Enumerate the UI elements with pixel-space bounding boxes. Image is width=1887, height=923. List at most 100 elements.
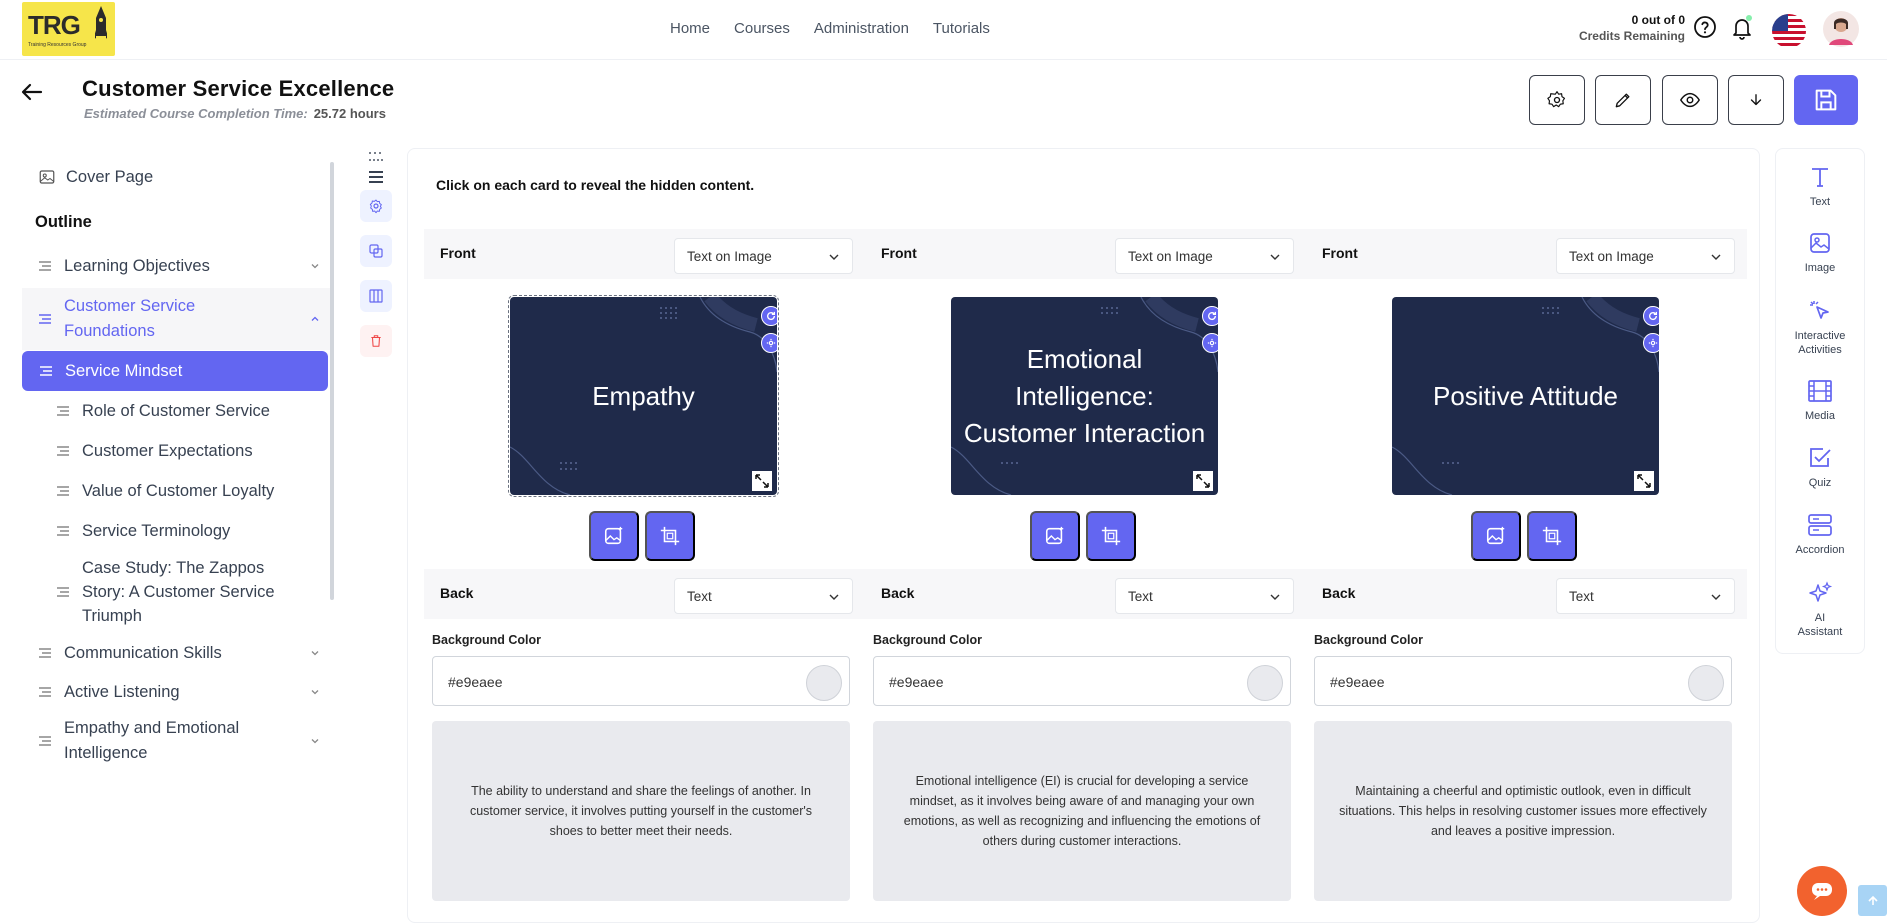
card-settings-icon[interactable]: [1202, 333, 1218, 353]
front-label: Front: [440, 245, 476, 261]
chevron-down-icon[interactable]: [310, 736, 320, 746]
flip-card: Front Text on Image Emotional Intelligen…: [865, 229, 1306, 919]
crop-image-button[interactable]: [1527, 511, 1577, 561]
sidebar-item-label: Service Terminology: [82, 521, 231, 540]
sidebar-item-role-of-customer-service[interactable]: Role of Customer Service: [22, 391, 332, 431]
front-mode-select[interactable]: Text on Image: [674, 238, 853, 274]
color-swatch[interactable]: [806, 665, 842, 701]
edit-button[interactable]: [1595, 75, 1651, 125]
card-settings-icon[interactable]: [1643, 333, 1659, 353]
card-front-text: Emotional Intelligence: Customer Interac…: [963, 343, 1206, 448]
nav-tutorials[interactable]: Tutorials: [933, 20, 990, 37]
back-mode-select[interactable]: Text: [674, 578, 853, 614]
us-flag-icon[interactable]: [1771, 13, 1807, 54]
chevron-up-icon[interactable]: [310, 314, 320, 324]
back-header: Back Text: [1306, 569, 1747, 619]
drag-handle-icon[interactable]: [360, 148, 392, 166]
flip-card-icon[interactable]: [761, 306, 777, 326]
scroll-to-top-button[interactable]: [1858, 885, 1887, 916]
change-image-button[interactable]: [1030, 511, 1080, 561]
sidebar-item-case-study-zappos[interactable]: Case Study: The Zappos Story: A Customer…: [22, 551, 332, 633]
change-image-button[interactable]: [1471, 511, 1521, 561]
sidebar-scrollbar[interactable]: [330, 162, 334, 600]
sidebar-item-value-of-customer-loyalty[interactable]: Value of Customer Loyalty: [22, 471, 332, 511]
card-front-image[interactable]: Positive Attitude: [1392, 297, 1659, 495]
sidebar-section-empathy-and-emotional-intelligence[interactable]: Empathy and Emotional Intelligence: [22, 711, 332, 771]
eye-icon: [1679, 92, 1701, 108]
notification-bell-icon[interactable]: [1730, 15, 1754, 46]
card-back-text[interactable]: Maintaining a cheerful and optimistic ou…: [1314, 721, 1732, 901]
nav-administration[interactable]: Administration: [814, 20, 909, 37]
sidebar-section-communication-skills[interactable]: Communication Skills: [22, 633, 332, 673]
preview-button[interactable]: [1662, 75, 1718, 125]
background-color-input[interactable]: #e9eaee: [1314, 656, 1732, 706]
chevron-down-icon[interactable]: [310, 648, 320, 658]
block-quiz[interactable]: Quiz: [1776, 446, 1864, 490]
save-button[interactable]: [1794, 75, 1858, 125]
front-mode-select[interactable]: Text on Image: [1556, 238, 1735, 274]
save-icon: [1815, 89, 1837, 111]
block-text[interactable]: Text: [1776, 165, 1864, 209]
back-mode-select[interactable]: Text: [1556, 578, 1735, 614]
sidebar-cover-page[interactable]: Cover Page: [22, 158, 332, 196]
block-image[interactable]: Image: [1776, 231, 1864, 275]
course-settings-button[interactable]: [1529, 75, 1585, 125]
back-arrow-icon[interactable]: [20, 80, 44, 109]
background-color-input[interactable]: #e9eaee: [873, 656, 1291, 706]
front-mode-select[interactable]: Text on Image: [1115, 238, 1294, 274]
flip-cards-block: Click on each card to reveal the hidden …: [407, 148, 1760, 923]
sidebar-section-active-listening[interactable]: Active Listening: [22, 673, 332, 711]
help-icon[interactable]: [1693, 15, 1717, 44]
logo-subtitle: Training Resources Group: [28, 42, 87, 48]
nav-home[interactable]: Home: [670, 20, 710, 37]
expand-icon[interactable]: [752, 471, 772, 491]
download-button[interactable]: [1728, 75, 1784, 125]
chevron-down-icon[interactable]: [310, 687, 320, 697]
crop-image-button[interactable]: [1086, 511, 1136, 561]
block-interactive-activities[interactable]: Interactive Activities: [1776, 299, 1864, 357]
flip-card-icon[interactable]: [1643, 306, 1659, 326]
instruction-text[interactable]: Click on each card to reveal the hidden …: [436, 177, 754, 193]
sidebar-section-learning-objectives[interactable]: Learning Objectives: [22, 246, 332, 286]
change-image-button[interactable]: [589, 511, 639, 561]
block-settings-icon[interactable]: [360, 190, 392, 222]
card-settings-icon[interactable]: [761, 333, 777, 353]
color-swatch[interactable]: [1247, 665, 1283, 701]
block-media[interactable]: Media: [1776, 379, 1864, 423]
expand-icon[interactable]: [1634, 471, 1654, 491]
front-header: Front Text on Image: [424, 229, 865, 279]
chevron-down-icon: [1711, 594, 1721, 600]
block-ai-assistant[interactable]: AI Assistant: [1776, 581, 1864, 639]
front-header: Front Text on Image: [1306, 229, 1747, 279]
card-front-image[interactable]: Empathy: [508, 295, 779, 497]
card-back-text[interactable]: The ability to understand and share the …: [432, 721, 850, 901]
brand-logo[interactable]: TRG Training Resources Group: [22, 2, 115, 56]
list-icon: [40, 366, 52, 376]
duplicate-icon[interactable]: [360, 235, 392, 267]
user-avatar[interactable]: [1823, 11, 1859, 52]
sidebar-item-service-terminology[interactable]: Service Terminology: [22, 511, 332, 551]
list-icon: [39, 261, 51, 271]
nav-courses[interactable]: Courses: [734, 20, 790, 37]
sidebar-item-service-mindset[interactable]: Service Mindset: [22, 351, 328, 391]
crop-image-button[interactable]: [645, 511, 695, 561]
chat-launcher-button[interactable]: [1797, 866, 1847, 916]
list-icon: [57, 486, 69, 496]
sidebar-section-customer-service-foundations[interactable]: Customer Service Foundations: [22, 288, 332, 350]
flip-card-icon[interactable]: [1202, 306, 1218, 326]
background-color-input[interactable]: #e9eaee: [432, 656, 850, 706]
card-front-image[interactable]: Emotional Intelligence: Customer Interac…: [951, 297, 1218, 495]
chevron-down-icon: [1711, 254, 1721, 260]
credits-count: 0 out of 0: [1631, 13, 1685, 27]
expand-icon[interactable]: [1193, 471, 1213, 491]
menu-icon[interactable]: [360, 166, 392, 188]
delete-icon[interactable]: [360, 325, 392, 357]
block-label: Image: [1804, 262, 1836, 274]
chevron-down-icon[interactable]: [310, 261, 320, 271]
sidebar-item-customer-expectations[interactable]: Customer Expectations: [22, 431, 332, 471]
block-accordion[interactable]: Accordion: [1776, 513, 1864, 557]
back-mode-select[interactable]: Text: [1115, 578, 1294, 614]
card-back-text[interactable]: Emotional intelligence (EI) is crucial f…: [873, 721, 1291, 901]
color-swatch[interactable]: [1688, 665, 1724, 701]
columns-icon[interactable]: [360, 280, 392, 312]
